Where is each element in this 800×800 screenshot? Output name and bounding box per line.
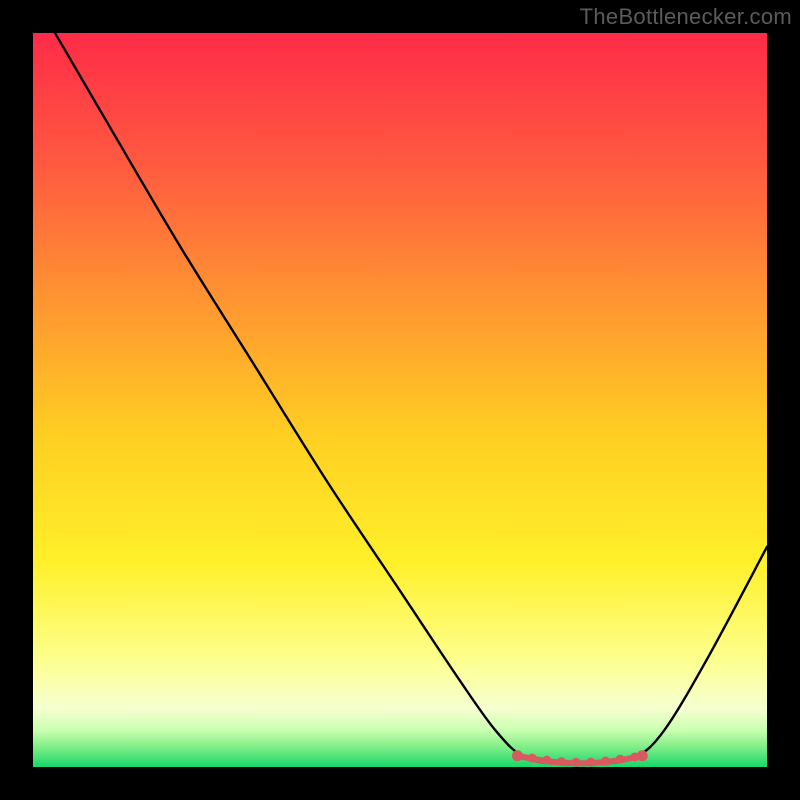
watermark-text: TheBottlenecker.com: [580, 4, 792, 30]
optimal-marker-dot: [601, 757, 610, 766]
bottleneck-curve-chart: [33, 33, 767, 767]
optimal-marker-dot: [586, 758, 595, 767]
optimal-marker-dot: [637, 750, 648, 761]
optimal-marker-dot: [572, 758, 581, 767]
gradient-background: [33, 33, 767, 767]
chart-frame: TheBottlenecker.com: [0, 0, 800, 800]
plot-area: [33, 33, 767, 767]
optimal-marker-dot: [616, 755, 625, 764]
optimal-marker-dot: [528, 754, 537, 763]
optimal-marker-dot: [542, 756, 551, 765]
optimal-marker-dot: [557, 757, 566, 766]
optimal-marker-dot: [512, 750, 523, 761]
